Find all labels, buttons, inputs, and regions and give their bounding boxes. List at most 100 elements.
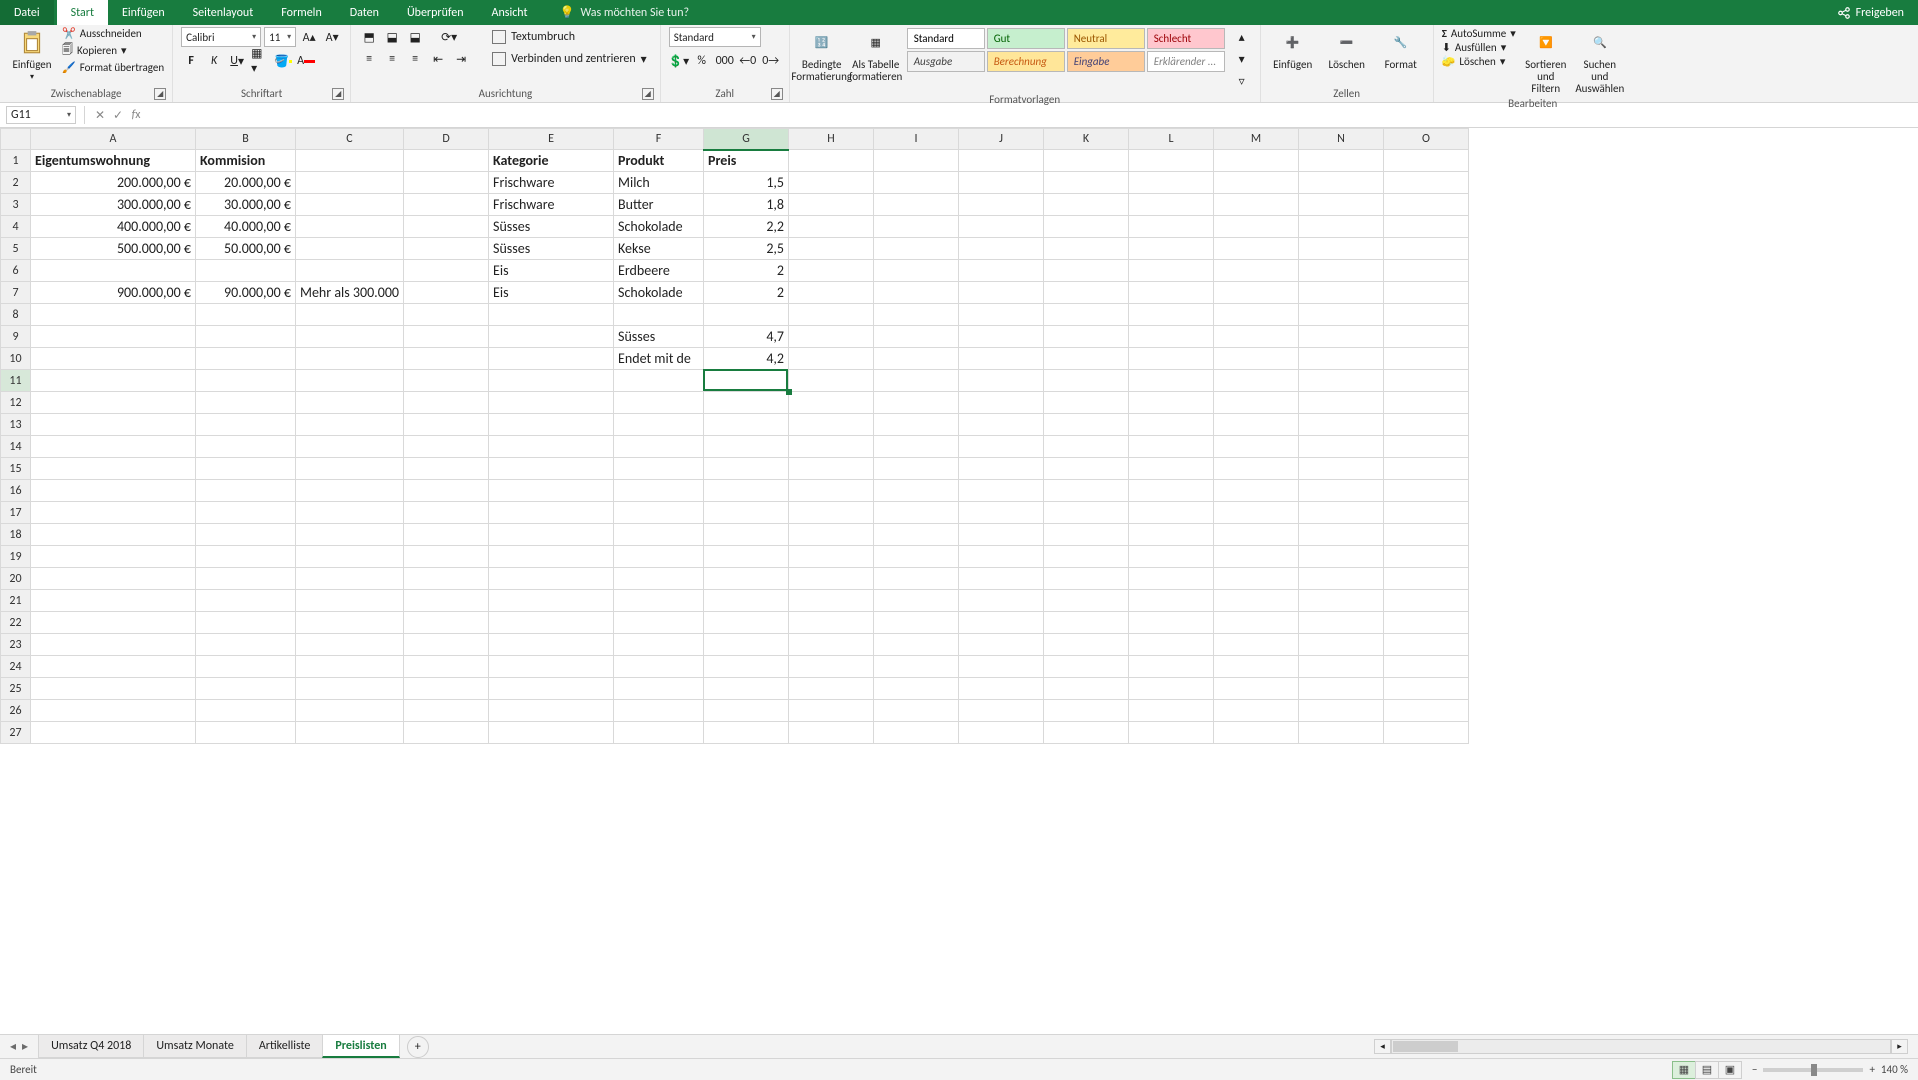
cell-C23[interactable]: [296, 634, 404, 656]
sort-filter-button[interactable]: 🔽Sortieren und Filtern: [1522, 27, 1570, 95]
cell-J5[interactable]: [959, 238, 1044, 260]
merge-center-button[interactable]: Verbinden und zentrieren ▾: [487, 49, 652, 69]
row-header-19[interactable]: 19: [1, 546, 31, 568]
file-tab[interactable]: Datei: [0, 0, 54, 25]
cut-button[interactable]: ✂️Ausschneiden: [62, 27, 164, 40]
cell-J11[interactable]: [959, 370, 1044, 392]
cell-J1[interactable]: [959, 150, 1044, 172]
cell-D17[interactable]: [404, 502, 489, 524]
cell-J3[interactable]: [959, 194, 1044, 216]
cell-D20[interactable]: [404, 568, 489, 590]
cell-L26[interactable]: [1129, 700, 1214, 722]
cell-B25[interactable]: [196, 678, 296, 700]
cell-C19[interactable]: [296, 546, 404, 568]
cell-H1[interactable]: [789, 150, 874, 172]
cell-style-eingabe[interactable]: Eingabe: [1067, 51, 1145, 72]
align-right-button[interactable]: ≡: [405, 49, 425, 69]
cell-N8[interactable]: [1299, 304, 1384, 326]
row-header-3[interactable]: 3: [1, 194, 31, 216]
cell-D8[interactable]: [404, 304, 489, 326]
cell-H19[interactable]: [789, 546, 874, 568]
col-header-G[interactable]: G: [704, 129, 789, 150]
indent-dec-button[interactable]: ⇤: [428, 49, 448, 69]
cell-O7[interactable]: [1384, 282, 1469, 304]
cell-N22[interactable]: [1299, 612, 1384, 634]
cell-L15[interactable]: [1129, 458, 1214, 480]
grow-font-button[interactable]: A▴: [299, 27, 319, 47]
cell-G25[interactable]: [704, 678, 789, 700]
cell-H4[interactable]: [789, 216, 874, 238]
col-header-H[interactable]: H: [789, 129, 874, 150]
inc-decimal-button[interactable]: ←0: [738, 51, 758, 71]
cell-L20[interactable]: [1129, 568, 1214, 590]
cell-A9[interactable]: [31, 326, 196, 348]
cell-G21[interactable]: [704, 590, 789, 612]
name-box[interactable]: G11▾: [6, 106, 76, 124]
delete-cells-button[interactable]: ➖Löschen: [1323, 27, 1371, 71]
cell-D2[interactable]: [404, 172, 489, 194]
cell-J22[interactable]: [959, 612, 1044, 634]
find-select-button[interactable]: 🔍Suchen und Auswählen: [1576, 27, 1624, 95]
normal-view-button[interactable]: ▦: [1672, 1061, 1696, 1079]
row-header-21[interactable]: 21: [1, 590, 31, 612]
dec-decimal-button[interactable]: 0→: [761, 51, 781, 71]
cell-G22[interactable]: [704, 612, 789, 634]
cell-N18[interactable]: [1299, 524, 1384, 546]
cell-K1[interactable]: [1044, 150, 1129, 172]
cell-style-neutral[interactable]: Neutral: [1067, 28, 1145, 49]
autosum-button[interactable]: Σ AutoSumme ▾: [1442, 27, 1516, 40]
cell-J20[interactable]: [959, 568, 1044, 590]
cell-M15[interactable]: [1214, 458, 1299, 480]
cell-O20[interactable]: [1384, 568, 1469, 590]
cell-C15[interactable]: [296, 458, 404, 480]
cell-G20[interactable]: [704, 568, 789, 590]
cell-F14[interactable]: [614, 436, 704, 458]
col-header-J[interactable]: J: [959, 129, 1044, 150]
cell-F15[interactable]: [614, 458, 704, 480]
cell-B7[interactable]: 90.000,00 €: [196, 282, 296, 304]
cell-K19[interactable]: [1044, 546, 1129, 568]
cell-O19[interactable]: [1384, 546, 1469, 568]
cell-E19[interactable]: [489, 546, 614, 568]
cell-D10[interactable]: [404, 348, 489, 370]
cell-D7[interactable]: [404, 282, 489, 304]
page-layout-view-button[interactable]: ▤: [1695, 1061, 1719, 1079]
cell-style-berechnung[interactable]: Berechnung: [987, 51, 1065, 72]
row-header-7[interactable]: 7: [1, 282, 31, 304]
cell-A27[interactable]: [31, 722, 196, 744]
cell-A19[interactable]: [31, 546, 196, 568]
cell-D11[interactable]: [404, 370, 489, 392]
row-header-18[interactable]: 18: [1, 524, 31, 546]
cell-M17[interactable]: [1214, 502, 1299, 524]
page-break-view-button[interactable]: ▣: [1718, 1061, 1742, 1079]
zoom-out-button[interactable]: −: [1752, 1063, 1757, 1076]
cell-I6[interactable]: [874, 260, 959, 282]
cell-A2[interactable]: 200.000,00 €: [31, 172, 196, 194]
cell-E12[interactable]: [489, 392, 614, 414]
sheet-nav-first[interactable]: ◂: [10, 1039, 16, 1054]
cell-H14[interactable]: [789, 436, 874, 458]
cell-style-schlecht[interactable]: Schlecht: [1147, 28, 1225, 49]
cell-A13[interactable]: [31, 414, 196, 436]
cell-A7[interactable]: 900.000,00 €: [31, 282, 196, 304]
cell-I11[interactable]: [874, 370, 959, 392]
cell-L21[interactable]: [1129, 590, 1214, 612]
cell-D12[interactable]: [404, 392, 489, 414]
cell-H8[interactable]: [789, 304, 874, 326]
cell-N21[interactable]: [1299, 590, 1384, 612]
col-header-C[interactable]: C: [296, 129, 404, 150]
cell-F25[interactable]: [614, 678, 704, 700]
cell-B2[interactable]: 20.000,00 €: [196, 172, 296, 194]
cell-E23[interactable]: [489, 634, 614, 656]
cell-I16[interactable]: [874, 480, 959, 502]
row-header-26[interactable]: 26: [1, 700, 31, 722]
cell-G14[interactable]: [704, 436, 789, 458]
cell-I10[interactable]: [874, 348, 959, 370]
cell-I8[interactable]: [874, 304, 959, 326]
cell-L27[interactable]: [1129, 722, 1214, 744]
cell-K15[interactable]: [1044, 458, 1129, 480]
comma-button[interactable]: 000: [715, 51, 735, 71]
cell-O4[interactable]: [1384, 216, 1469, 238]
cell-L18[interactable]: [1129, 524, 1214, 546]
cell-H11[interactable]: [789, 370, 874, 392]
